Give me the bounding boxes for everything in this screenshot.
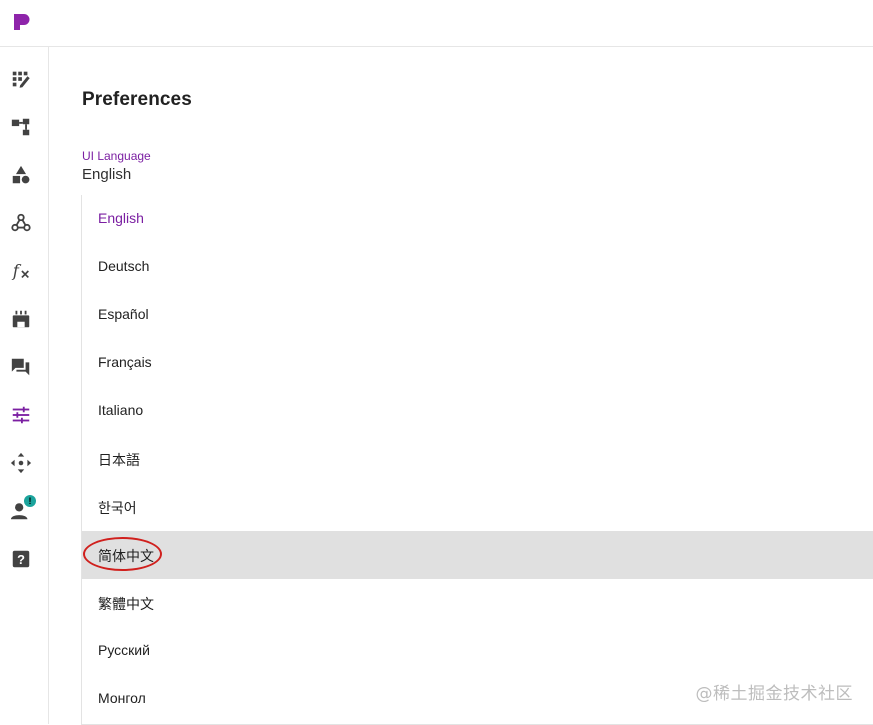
language-option-japanese[interactable]: 日本語 — [82, 435, 873, 483]
sidebar-item-account[interactable]: ! — [8, 495, 36, 524]
dashboard-edit-icon — [12, 71, 30, 88]
main-content: Preferences UI Language English English … — [49, 47, 873, 725]
language-option-deutsch[interactable]: Deutsch — [82, 243, 873, 291]
sidebar-item-hierarchy[interactable] — [8, 114, 34, 140]
language-option-english[interactable]: English — [82, 195, 873, 243]
sidebar-item-preferences[interactable] — [8, 402, 34, 428]
watermark-text: @稀土掘金技术社区 — [695, 684, 853, 704]
option-label: Italiano — [98, 402, 144, 418]
language-option-italiano[interactable]: Italiano — [82, 387, 873, 435]
notification-badge: ! — [24, 495, 36, 507]
option-label: Deutsch — [98, 258, 150, 274]
page-title: Preferences — [82, 89, 192, 110]
language-option-francais[interactable]: Français — [82, 339, 873, 387]
option-label: Español — [98, 306, 149, 322]
sidebar-item-functions[interactable]: f — [8, 258, 34, 284]
app-logo-icon[interactable] — [12, 11, 32, 33]
help-icon: ? — [12, 550, 30, 568]
option-label: 繁體中文 — [98, 596, 154, 612]
option-label: 日本語 — [98, 452, 140, 468]
option-label: Русский — [98, 642, 150, 658]
settings-sliders-icon — [12, 406, 30, 424]
option-label: Монгол — [98, 690, 146, 706]
top-bar — [0, 0, 873, 47]
option-label: 한국어 — [98, 500, 137, 516]
language-option-traditional-chinese[interactable]: 繁體中文 — [82, 579, 873, 627]
ui-language-label: UI Language — [82, 149, 151, 163]
plugin-icon — [12, 310, 30, 328]
language-option-korean[interactable]: 한국어 — [82, 483, 873, 531]
hierarchy-icon — [11, 118, 30, 136]
sidebar-item-plugins[interactable] — [8, 306, 34, 332]
forum-icon — [11, 358, 30, 376]
svg-text:f: f — [11, 262, 22, 281]
move-icon — [10, 452, 32, 474]
shapes-icon — [12, 165, 30, 184]
sidebar-item-help[interactable]: ? — [8, 546, 34, 572]
option-label: 简体中文 — [98, 548, 154, 564]
svg-text:?: ? — [17, 552, 25, 567]
sidebar-nav: f ! ? — [0, 47, 49, 724]
sidebar-item-move[interactable] — [8, 450, 34, 476]
webhook-icon — [11, 213, 31, 232]
sidebar-item-forum[interactable] — [8, 354, 34, 380]
sidebar-item-webhooks[interactable] — [8, 210, 34, 236]
ui-language-select[interactable]: UI Language English — [82, 147, 873, 197]
option-label: Français — [98, 354, 152, 370]
language-option-espanol[interactable]: Español — [82, 291, 873, 339]
function-icon: f — [11, 262, 29, 281]
sidebar-item-shapes[interactable] — [8, 162, 34, 188]
ui-language-value: English — [82, 166, 132, 183]
option-label: English — [98, 210, 144, 226]
language-option-russian[interactable]: Русский — [82, 627, 873, 675]
language-option-simplified-chinese[interactable]: 简体中文 — [82, 531, 873, 579]
sidebar-item-dashboard[interactable] — [8, 66, 34, 92]
language-dropdown-menu: English Deutsch Español Français Italian… — [81, 195, 873, 725]
